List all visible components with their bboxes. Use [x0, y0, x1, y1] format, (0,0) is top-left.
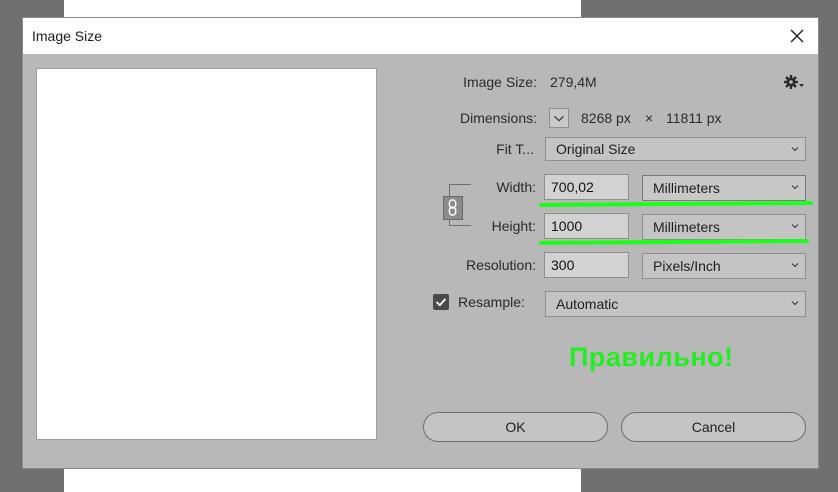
dialog-title: Image Size — [32, 28, 103, 44]
chevron-down-icon — [791, 263, 799, 268]
dimensions-times: × — [645, 110, 654, 126]
cancel-button[interactable]: Cancel — [621, 412, 806, 442]
chain-link-icon — [448, 199, 457, 216]
chevron-down-icon — [791, 185, 799, 190]
width-unit-value: Millimeters — [653, 180, 720, 196]
chevron-down-icon — [554, 115, 564, 122]
dimensions-label: Dimensions: — [459, 110, 537, 126]
resolution-input[interactable]: 300 — [544, 252, 629, 278]
checkmark-icon — [435, 298, 447, 307]
green-underline-height — [538, 239, 810, 245]
chevron-down-icon — [791, 224, 799, 229]
title-bar: Image Size — [23, 18, 818, 54]
chevron-down-icon — [791, 301, 799, 306]
image-size-label: Image Size: — [463, 74, 537, 90]
ok-button[interactable]: OK — [423, 412, 608, 442]
image-size-dialog: Image Size Image Size: 279,4M Dimensions… — [22, 17, 819, 469]
green-underline-width — [538, 201, 814, 207]
resolution-label: Resolution: — [465, 257, 536, 273]
gear-icon[interactable] — [783, 73, 805, 91]
dimensions-dropdown-toggle[interactable] — [549, 108, 569, 128]
fit-to-select[interactable]: Original Size — [545, 137, 806, 161]
resolution-unit-value: Pixels/Inch — [653, 258, 721, 274]
resample-label: Resample: — [458, 294, 525, 310]
fit-to-label: Fit T... — [496, 141, 534, 157]
resample-method-value: Automatic — [556, 296, 619, 312]
annotation-correct-text: Правильно! — [569, 342, 734, 372]
resample-method-select[interactable]: Automatic — [545, 291, 806, 317]
height-unit-select[interactable]: Millimeters — [642, 214, 806, 240]
height-label: Height: — [491, 218, 536, 234]
resolution-unit-select[interactable]: Pixels/Inch — [642, 253, 806, 279]
image-size-value: 279,4M — [550, 74, 597, 90]
width-input[interactable]: 700,02 — [544, 174, 629, 200]
resample-checkbox[interactable] — [433, 294, 449, 310]
height-unit-value: Millimeters — [653, 219, 720, 235]
constrain-proportions-button[interactable] — [443, 196, 463, 220]
chevron-down-icon — [791, 147, 799, 152]
dimensions-height-px: 11811 px — [666, 110, 722, 126]
height-input[interactable]: 1000 — [544, 213, 629, 239]
fit-to-value: Original Size — [556, 141, 636, 157]
close-icon[interactable] — [786, 25, 808, 47]
image-preview[interactable] — [36, 68, 377, 440]
width-unit-select[interactable]: Millimeters — [642, 175, 806, 201]
width-label: Width: — [496, 179, 536, 195]
dimensions-width-px: 8268 px — [581, 110, 631, 126]
